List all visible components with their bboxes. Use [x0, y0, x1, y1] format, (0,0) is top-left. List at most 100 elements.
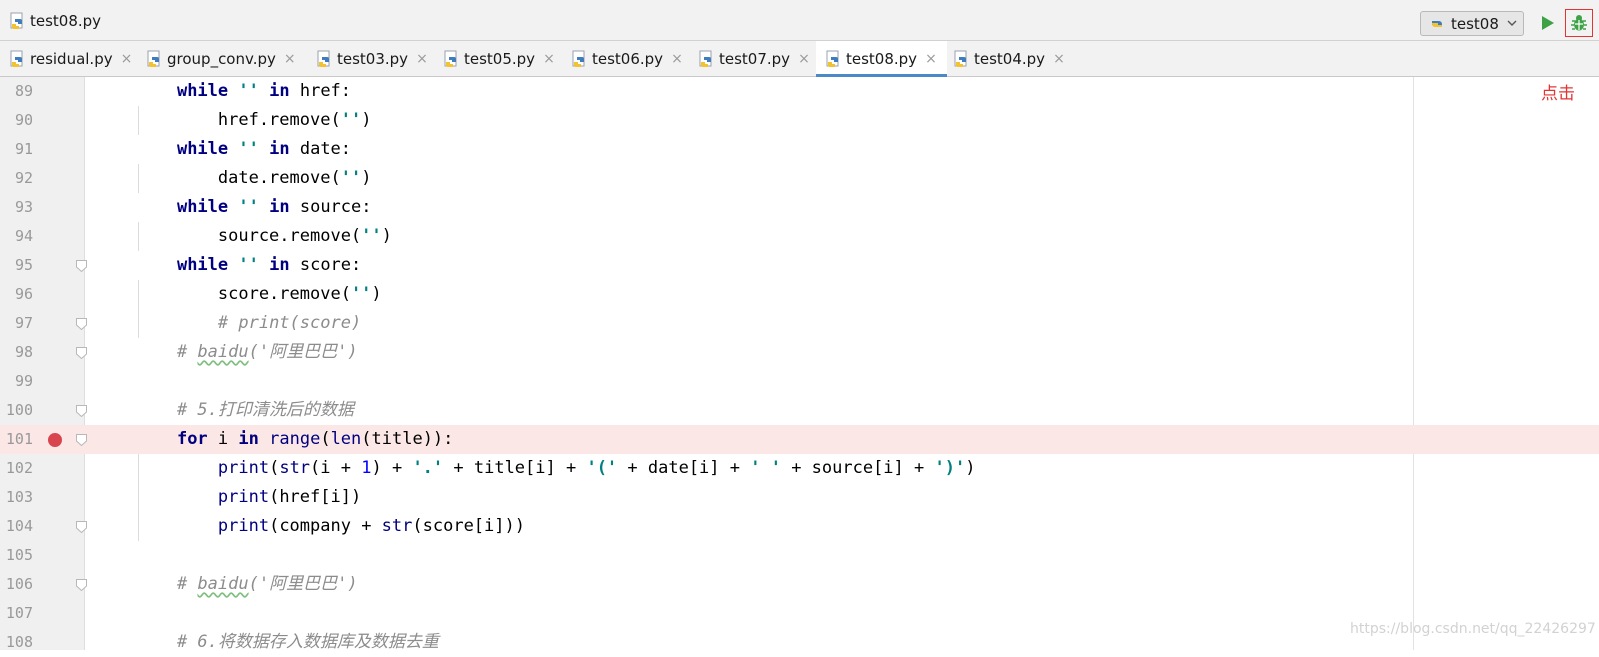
code-token: str: [279, 458, 311, 478]
gutter-cell[interactable]: 103: [0, 483, 84, 512]
code-editor[interactable]: 89 while '' in href: 90 href.remove('') 91…: [0, 77, 1599, 652]
gutter-cell[interactable]: 108: [0, 628, 84, 657]
code-line[interactable]: 90 href.remove(''): [0, 106, 1599, 135]
code-text[interactable]: # 5.打印清洗后的数据: [136, 396, 354, 425]
fold-icon[interactable]: [76, 434, 87, 446]
close-icon[interactable]: ×: [543, 51, 555, 67]
gutter-cell[interactable]: 102: [0, 454, 84, 483]
code-text[interactable]: # 6.将数据存入数据库及数据去重: [136, 628, 439, 657]
gutter-cell[interactable]: 93: [0, 193, 84, 222]
run-icon[interactable]: [1540, 14, 1556, 32]
code-text[interactable]: score.remove(''): [136, 280, 382, 309]
line-number: 108: [5, 633, 33, 651]
code-text[interactable]: # baidu('阿里巴巴'): [136, 570, 358, 599]
code-token: while: [176, 81, 229, 101]
tab-test08-py[interactable]: test08.py ×: [816, 41, 947, 77]
breakpoint-icon[interactable]: [48, 433, 62, 447]
close-icon[interactable]: ×: [121, 51, 133, 67]
fold-icon[interactable]: [76, 579, 87, 591]
code-line[interactable]: 100 # 5.打印清洗后的数据: [0, 396, 1599, 425]
gutter-cell[interactable]: 89: [0, 77, 84, 106]
tab-test05-py[interactable]: test05.py ×: [444, 41, 555, 76]
code-line[interactable]: 96 score.remove(''): [0, 280, 1599, 309]
code-line[interactable]: 94 source.remove(''): [0, 222, 1599, 251]
close-icon[interactable]: ×: [925, 51, 937, 67]
gutter-cell[interactable]: 97: [0, 309, 87, 338]
gutter-cell[interactable]: 90: [0, 106, 84, 135]
code-token: source:: [289, 197, 372, 217]
code-line[interactable]: 92 date.remove(''): [0, 164, 1599, 193]
close-icon[interactable]: ×: [416, 51, 428, 67]
python-file-icon: [10, 12, 23, 30]
code-token: (i +: [310, 458, 362, 478]
code-line[interactable]: 97 # print(score): [0, 309, 1599, 338]
code-line[interactable]: 98 # baidu('阿里巴巴'): [0, 338, 1599, 367]
gutter-cell[interactable]: 91: [0, 135, 84, 164]
code-line[interactable]: 106 # baidu('阿里巴巴'): [0, 570, 1599, 599]
close-icon[interactable]: ×: [284, 51, 296, 67]
breadcrumb[interactable]: test08.py: [10, 12, 101, 30]
gutter-cell[interactable]: 105: [0, 541, 84, 570]
code-text[interactable]: date.remove(''): [136, 164, 372, 193]
code-token: (title)):: [361, 429, 454, 449]
code-line[interactable]: 104 print(company + str(score[i])): [0, 512, 1599, 541]
gutter-cell[interactable]: 94: [0, 222, 84, 251]
code-line[interactable]: 93 while '' in source:: [0, 193, 1599, 222]
code-line[interactable]: 91 while '' in date:: [0, 135, 1599, 164]
gutter-cell[interactable]: 100: [0, 396, 87, 425]
code-text[interactable]: for i in range(len(title)):: [136, 425, 453, 454]
code-text[interactable]: source.remove(''): [136, 222, 392, 251]
line-number: 94: [14, 227, 33, 245]
gutter-cell[interactable]: 92: [0, 164, 84, 193]
close-icon[interactable]: ×: [671, 51, 683, 67]
code-text[interactable]: print(href[i]): [136, 483, 361, 512]
code-line[interactable]: 89 while '' in href:: [0, 77, 1599, 106]
code-line[interactable]: 105: [0, 541, 1599, 570]
fold-icon[interactable]: [76, 318, 87, 330]
run-configuration-selector[interactable]: test08: [1420, 11, 1524, 36]
close-icon[interactable]: ×: [798, 51, 810, 67]
code-line[interactable]: 101 for i in range(len(title)):: [0, 425, 1599, 454]
code-line[interactable]: 103 print(href[i]): [0, 483, 1599, 512]
gutter-cell[interactable]: 107: [0, 599, 84, 628]
fold-icon[interactable]: [76, 260, 87, 272]
code-text[interactable]: print(str(i + 1) + '.' + title[i] + '(' …: [136, 454, 976, 483]
code-text[interactable]: while '' in source:: [136, 193, 372, 222]
close-icon[interactable]: ×: [1053, 51, 1065, 67]
code-text[interactable]: # print(score): [136, 309, 361, 338]
fold-icon[interactable]: [76, 347, 87, 359]
gutter-cell[interactable]: 98: [0, 338, 87, 367]
code-line[interactable]: 99: [0, 367, 1599, 396]
tab-test06-py[interactable]: test06.py ×: [572, 41, 683, 76]
tab-test07-py[interactable]: test07.py ×: [699, 41, 810, 76]
debug-button[interactable]: [1565, 9, 1593, 37]
fold-icon[interactable]: [76, 405, 87, 417]
tab-group-conv-py[interactable]: group_conv.py ×: [147, 41, 296, 76]
code-text[interactable]: while '' in score:: [136, 251, 361, 280]
code-token: baidu: [197, 574, 249, 594]
tab-test04-py[interactable]: test04.py ×: [954, 41, 1065, 76]
tab-residual-py[interactable]: residual.py ×: [10, 41, 132, 76]
gutter-cell[interactable]: 96: [0, 280, 84, 309]
gutter-cell[interactable]: 101: [0, 425, 87, 454]
gutter-cell[interactable]: 99: [0, 367, 84, 396]
code-text[interactable]: # baidu('阿里巴巴'): [136, 338, 358, 367]
code-text[interactable]: while '' in href:: [136, 77, 351, 106]
code-token: #: [176, 574, 198, 594]
tab-label: test08.py: [846, 49, 918, 68]
code-line[interactable]: 102 print(str(i + 1) + '.' + title[i] + …: [0, 454, 1599, 483]
tab-test03-py[interactable]: test03.py ×: [317, 41, 428, 76]
code-token: i: [207, 429, 239, 449]
code-line[interactable]: 95 while '' in score:: [0, 251, 1599, 280]
gutter-cell[interactable]: 106: [0, 570, 87, 599]
code-text[interactable]: while '' in date:: [136, 135, 351, 164]
fold-icon[interactable]: [76, 521, 87, 533]
code-text[interactable]: href.remove(''): [136, 106, 372, 135]
line-number: 106: [5, 575, 33, 593]
gutter-cell[interactable]: 95: [0, 251, 87, 280]
code-text[interactable]: print(company + str(score[i])): [136, 512, 525, 541]
gutter-cell[interactable]: 104: [0, 512, 87, 541]
